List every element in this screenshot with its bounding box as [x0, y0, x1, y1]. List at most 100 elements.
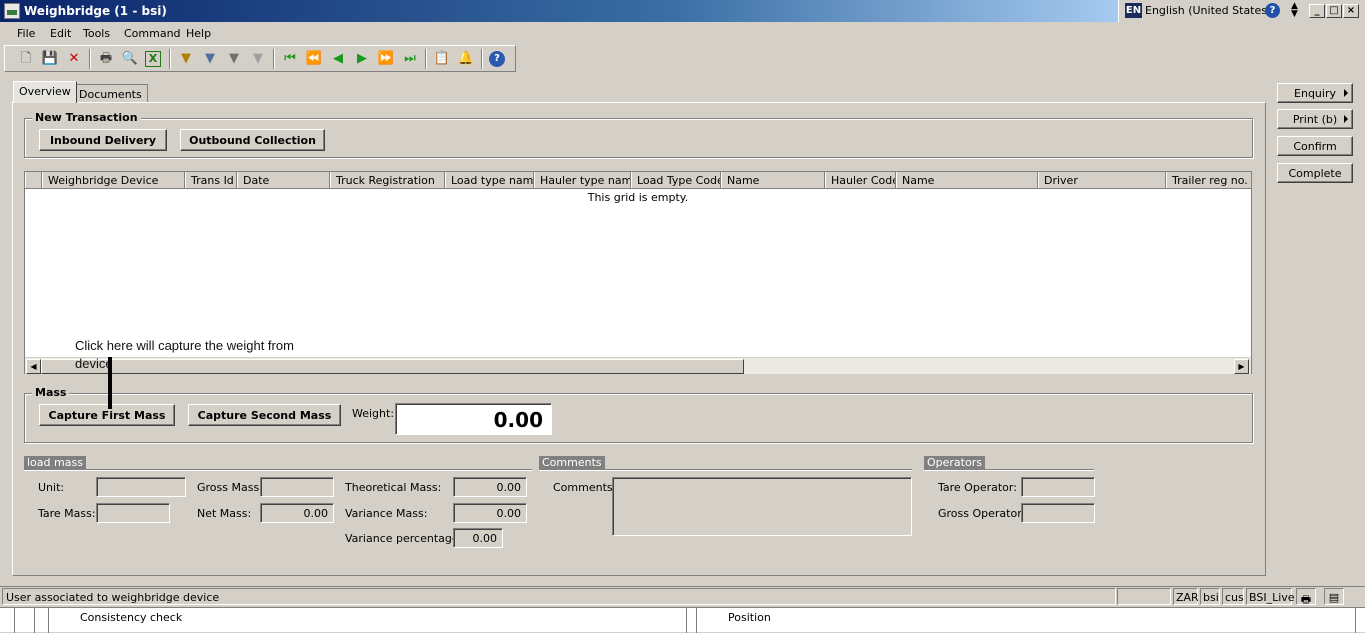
column-hauler-name[interactable]: Name — [896, 172, 1038, 188]
comments-textarea[interactable] — [612, 477, 912, 536]
status-company[interactable]: bsi — [1200, 588, 1220, 605]
strip-divider — [1355, 608, 1356, 633]
column-load-type-code[interactable]: Load Type Code — [631, 172, 721, 188]
gross-mass-field[interactable] — [260, 477, 334, 497]
menu-bar: File Edit Tools Command Help — [0, 24, 1365, 44]
tab-overview[interactable]: Overview — [13, 81, 77, 103]
status-print-icon[interactable]: 🖶 — [1296, 588, 1316, 606]
print-button-label: Print (b) — [1292, 113, 1338, 126]
previous-record-icon[interactable]: ◀ — [329, 50, 347, 68]
help-icon[interactable]: ? — [489, 51, 505, 67]
filter-icon[interactable]: ▼ — [201, 50, 219, 68]
help-icon[interactable]: ? — [1265, 3, 1280, 18]
print-button[interactable]: Print (b) — [1277, 109, 1353, 129]
new-transaction-label: New Transaction — [32, 111, 141, 124]
language-name[interactable]: English (United States) — [1145, 4, 1271, 17]
remove-filter-icon[interactable]: ▼ — [249, 50, 267, 68]
column-hauler-code[interactable]: Hauler Code — [825, 172, 896, 188]
grid-empty-message: This grid is empty. — [587, 191, 689, 204]
net-mass-label: Net Mass: — [197, 507, 252, 520]
print-preview-icon[interactable]: 🔍 — [121, 50, 139, 68]
status-environment[interactable]: BSI_Live — [1246, 588, 1295, 605]
column-trans-id[interactable]: Trans Id — [185, 172, 237, 188]
language-bar: EN English (United States) ? ▲ ▼ _ □ × — [1118, 0, 1365, 22]
annotation-pointer — [108, 357, 112, 409]
variance-percentage-field[interactable]: 0.00 — [453, 528, 503, 548]
save-icon[interactable]: 💾 — [41, 50, 59, 68]
unit-field[interactable] — [96, 477, 186, 497]
status-bar: User associated to weighbridge device ZA… — [0, 586, 1365, 606]
new-icon[interactable]: 🗋 — [17, 50, 35, 68]
maximize-icon[interactable]: □ — [1326, 4, 1342, 18]
theoretical-mass-label: Theoretical Mass: — [345, 481, 442, 494]
gross-operator-field[interactable] — [1021, 503, 1095, 523]
menu-help[interactable]: Help — [186, 27, 211, 40]
net-mass-field[interactable]: 0.00 — [260, 503, 334, 523]
updown-icon[interactable]: ▲ ▼ — [1291, 2, 1298, 19]
outbound-collection-button[interactable]: Outbound Collection — [180, 129, 325, 151]
mass-label: Mass — [32, 386, 70, 399]
status-currency[interactable]: ZAR — [1173, 588, 1199, 605]
column-truck-registration[interactable]: Truck Registration — [330, 172, 445, 188]
strip-divider — [48, 608, 49, 633]
print-icon[interactable]: 🖶 — [97, 50, 115, 68]
toolbar: 🗋 💾 ✕ 🖶 🔍 X ▼ ▼ ▼ ▼ ⏮ ⏪ ◀ ▶ ⏩ ⏭ 📋 🔔 ? — [4, 45, 516, 72]
complete-button[interactable]: Complete — [1277, 163, 1353, 183]
toolbar-separator — [273, 49, 275, 69]
column-date[interactable]: Date — [237, 172, 330, 188]
column-hauler-type-name[interactable]: Hauler type name — [534, 172, 631, 188]
load-mass-section-label: load mass — [24, 456, 86, 469]
menu-command[interactable]: Command — [124, 27, 181, 40]
last-record-icon[interactable]: ⏭ — [401, 50, 419, 68]
excel-icon[interactable]: X — [145, 51, 161, 67]
status-empty-cell — [1117, 588, 1171, 605]
clipboard-icon[interactable]: 📋 — [433, 50, 451, 68]
comments-section-label: Comments — [539, 456, 605, 469]
menu-edit[interactable]: Edit — [50, 27, 71, 40]
toolbar-separator — [481, 49, 483, 69]
next-page-icon[interactable]: ⏩ — [377, 50, 395, 68]
first-record-icon[interactable]: ⏮ — [281, 50, 299, 68]
capture-first-mass-button[interactable]: Capture First Mass — [39, 404, 175, 426]
close-icon[interactable]: × — [1343, 4, 1359, 18]
column-load-type-name[interactable]: Load type name — [445, 172, 534, 188]
app-icon — [4, 3, 20, 19]
tare-operator-field[interactable] — [1021, 477, 1095, 497]
language-code[interactable]: EN — [1125, 3, 1142, 18]
delete-icon[interactable]: ✕ — [65, 50, 83, 68]
operators-section-label: Operators — [924, 456, 985, 469]
column-name[interactable]: Name — [721, 172, 825, 188]
alert-bell-icon[interactable]: 🔔 — [457, 50, 475, 68]
variance-mass-field[interactable]: 0.00 — [453, 503, 527, 523]
next-record-icon[interactable]: ▶ — [353, 50, 371, 68]
tare-operator-label: Tare Operator: — [938, 481, 1017, 494]
status-user[interactable]: cus — [1222, 588, 1244, 605]
enquiry-button[interactable]: Enquiry — [1277, 83, 1353, 103]
scroll-left-icon[interactable]: ◀ — [26, 359, 41, 374]
strip-divider — [696, 608, 697, 633]
capture-second-mass-button[interactable]: Capture Second Mass — [188, 404, 341, 426]
confirm-button[interactable]: Confirm — [1277, 136, 1353, 156]
previous-page-icon[interactable]: ⏪ — [305, 50, 323, 68]
column-driver[interactable]: Driver — [1038, 172, 1166, 188]
strip-divider — [34, 608, 35, 633]
toolbar-separator — [425, 49, 427, 69]
comments-label: Comments: — [553, 481, 617, 494]
inbound-delivery-button[interactable]: Inbound Delivery — [39, 129, 167, 151]
toolbar-separator — [169, 49, 171, 69]
column-trailer-reg-no[interactable]: Trailer reg no. — [1166, 172, 1251, 188]
grid-header-selector[interactable] — [25, 172, 42, 188]
menu-tools[interactable]: Tools — [83, 27, 110, 40]
grid-header: Weighbridge Device Trans Id Date Truck R… — [25, 172, 1251, 189]
scroll-right-icon[interactable]: ▶ — [1234, 359, 1249, 374]
advanced-filter-icon[interactable]: ▼ — [225, 50, 243, 68]
menu-file[interactable]: File — [17, 27, 35, 40]
status-database-icon[interactable]: ▤ — [1324, 588, 1344, 605]
tab-documents[interactable]: Documents — [73, 84, 148, 102]
tare-mass-field[interactable] — [96, 503, 170, 523]
column-weighbridge-device[interactable]: Weighbridge Device — [42, 172, 185, 188]
minimize-icon[interactable]: _ — [1309, 4, 1325, 18]
theoretical-mass-field[interactable]: 0.00 — [453, 477, 527, 497]
gross-operator-label: Gross Operator: — [938, 507, 1026, 520]
filter-by-selection-icon[interactable]: ▼ — [177, 50, 195, 68]
